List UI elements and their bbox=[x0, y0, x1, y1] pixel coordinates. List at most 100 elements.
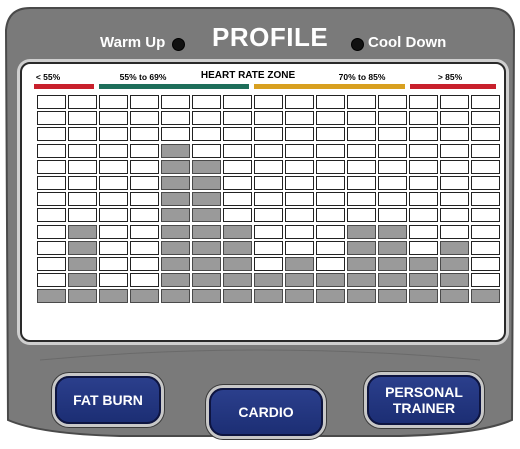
profile-cell bbox=[440, 225, 469, 239]
profile-cell bbox=[99, 111, 128, 125]
profile-cell bbox=[285, 160, 314, 174]
profile-cell bbox=[347, 160, 376, 174]
profile-cell bbox=[161, 289, 190, 303]
profile-cell bbox=[223, 273, 252, 287]
profile-cell bbox=[37, 289, 66, 303]
profile-cell bbox=[440, 95, 469, 109]
profile-cell bbox=[223, 241, 252, 255]
profile-cell bbox=[440, 111, 469, 125]
profile-cell bbox=[192, 289, 221, 303]
profile-cell bbox=[37, 111, 66, 125]
profile-cell bbox=[378, 111, 407, 125]
profile-cell bbox=[285, 273, 314, 287]
profile-cell bbox=[316, 241, 345, 255]
profile-cell bbox=[409, 208, 438, 222]
zone-bar-55-to-69 bbox=[99, 84, 249, 89]
profile-cell bbox=[37, 127, 66, 141]
profile-cell bbox=[471, 257, 500, 271]
profile-cell bbox=[440, 257, 469, 271]
profile-cell bbox=[347, 273, 376, 287]
personal-trainer-button[interactable]: PERSONAL TRAINER bbox=[367, 375, 481, 425]
profile-cell bbox=[161, 192, 190, 206]
profile-cell bbox=[130, 176, 159, 190]
profile-cell bbox=[254, 273, 283, 287]
profile-cell bbox=[99, 160, 128, 174]
profile-cell bbox=[99, 241, 128, 255]
profile-cell bbox=[68, 160, 97, 174]
heart-rate-zone-heading: HEART RATE ZONE bbox=[200, 70, 296, 81]
profile-cell bbox=[223, 257, 252, 271]
profile-cell bbox=[316, 144, 345, 158]
profile-cell bbox=[254, 160, 283, 174]
cardio-label: CARDIO bbox=[238, 403, 294, 420]
profile-cell bbox=[192, 160, 221, 174]
profile-cell bbox=[99, 127, 128, 141]
profile-cell bbox=[409, 160, 438, 174]
zone-label-above-85: > 85% bbox=[437, 72, 463, 82]
profile-cell bbox=[37, 241, 66, 255]
profile-cell bbox=[347, 95, 376, 109]
profile-cell bbox=[192, 208, 221, 222]
profile-cell bbox=[378, 273, 407, 287]
profile-cell bbox=[378, 176, 407, 190]
profile-cell bbox=[440, 289, 469, 303]
profile-cell bbox=[161, 241, 190, 255]
profile-cell bbox=[161, 257, 190, 271]
profile-cell bbox=[37, 95, 66, 109]
profile-cell bbox=[409, 144, 438, 158]
profile-cell bbox=[68, 241, 97, 255]
profile-cell bbox=[223, 127, 252, 141]
profile-cell bbox=[254, 95, 283, 109]
profile-cell bbox=[285, 127, 314, 141]
profile-cell bbox=[440, 192, 469, 206]
profile-cell bbox=[192, 176, 221, 190]
profile-cell bbox=[99, 257, 128, 271]
cardio-button[interactable]: CARDIO bbox=[209, 388, 323, 436]
profile-cell bbox=[378, 241, 407, 255]
profile-cell bbox=[223, 160, 252, 174]
profile-cell bbox=[99, 225, 128, 239]
profile-cell bbox=[409, 273, 438, 287]
profile-cell bbox=[471, 273, 500, 287]
profile-cell bbox=[440, 176, 469, 190]
profile-cell bbox=[409, 225, 438, 239]
cool-down-indicator-light bbox=[351, 38, 364, 51]
profile-cell bbox=[192, 127, 221, 141]
profile-cell bbox=[254, 111, 283, 125]
profile-cell bbox=[192, 111, 221, 125]
profile-cell bbox=[223, 225, 252, 239]
profile-cell bbox=[130, 160, 159, 174]
profile-cell bbox=[471, 127, 500, 141]
profile-cell bbox=[68, 111, 97, 125]
fat-burn-button[interactable]: FAT BURN bbox=[55, 376, 161, 424]
profile-cell bbox=[471, 289, 500, 303]
profile-cell bbox=[285, 176, 314, 190]
profile-cell bbox=[347, 111, 376, 125]
profile-cell bbox=[316, 289, 345, 303]
profile-cell bbox=[440, 127, 469, 141]
profile-cell bbox=[285, 208, 314, 222]
profile-cell bbox=[316, 95, 345, 109]
personal-trainer-label-line1: PERSONAL bbox=[385, 383, 463, 400]
profile-cell bbox=[130, 127, 159, 141]
profile-cell bbox=[37, 144, 66, 158]
zone-bar-70-to-85 bbox=[254, 84, 405, 89]
profile-cell bbox=[254, 176, 283, 190]
profile-cell bbox=[130, 144, 159, 158]
profile-cell bbox=[471, 160, 500, 174]
profile-cell bbox=[161, 273, 190, 287]
profile-cell bbox=[378, 144, 407, 158]
profile-cell bbox=[378, 289, 407, 303]
profile-cell bbox=[192, 225, 221, 239]
profile-cell bbox=[68, 192, 97, 206]
profile-cell bbox=[161, 95, 190, 109]
profile-cell bbox=[223, 208, 252, 222]
profile-cell bbox=[347, 257, 376, 271]
profile-cell bbox=[285, 95, 314, 109]
profile-cell bbox=[130, 208, 159, 222]
profile-cell bbox=[68, 257, 97, 271]
profile-cell bbox=[285, 257, 314, 271]
warm-up-indicator-light bbox=[172, 38, 185, 51]
profile-cell bbox=[378, 160, 407, 174]
profile-cell bbox=[161, 225, 190, 239]
